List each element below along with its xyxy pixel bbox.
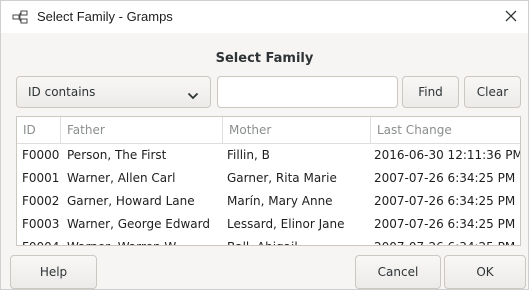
- cell-mother: Garner, Rita Marie: [227, 171, 337, 185]
- table-row[interactable]: F0002 Garner, Howard Lane Marín, Mary An…: [17, 190, 520, 213]
- search-input[interactable]: [217, 76, 398, 108]
- window-title: Select Family - Gramps: [37, 9, 173, 24]
- cell-father: Warner, Warren W.: [62, 236, 223, 245]
- close-icon[interactable]: [504, 9, 518, 23]
- column-header-id[interactable]: ID: [17, 117, 61, 143]
- cell-last-change: 2016-06-30 12:11:36 PM: [374, 148, 520, 162]
- column-header-mother[interactable]: Mother: [223, 117, 371, 143]
- find-button[interactable]: Find: [402, 76, 459, 108]
- gramps-family-tree-icon: [12, 10, 28, 24]
- cell-last-change: 2007-07-26 6:34:25 PM: [369, 236, 520, 245]
- cell-id: F0002: [22, 194, 60, 208]
- cell-last-change: 2007-07-26 6:34:25 PM: [374, 194, 516, 208]
- cell-mother: Fillin, B: [227, 148, 270, 162]
- cell-id: F0000: [22, 148, 60, 162]
- clear-button[interactable]: Clear: [464, 76, 521, 108]
- filter-field-dropdown[interactable]: ID contains: [16, 76, 211, 108]
- cancel-button[interactable]: Cancel: [355, 255, 441, 289]
- cell-father: Garner, Howard Lane: [67, 194, 195, 208]
- table-header: ID Father Mother Last Change: [17, 117, 520, 144]
- table-body: F0000 Person, The First Fillin, B 2016-0…: [17, 144, 520, 245]
- cell-last-change: 2007-07-26 6:34:25 PM: [374, 171, 516, 185]
- cell-last-change: 2007-07-26 6:34:25 PM: [374, 217, 516, 231]
- chevron-down-icon: [187, 89, 199, 100]
- title-bar[interactable]: Select Family - Gramps: [1, 1, 528, 33]
- select-family-dialog: Select Family - Gramps Select Family ID …: [0, 0, 529, 290]
- cell-father: Person, The First: [67, 148, 167, 162]
- ok-button[interactable]: OK: [444, 255, 526, 289]
- table-row[interactable]: F0004 Warner, Warren W. Ball, Abigail 20…: [17, 236, 520, 245]
- column-header-last-change[interactable]: Last Change: [371, 117, 520, 143]
- column-header-father[interactable]: Father: [61, 117, 223, 143]
- filter-field-selected: ID contains: [28, 85, 96, 99]
- cell-id: F0004: [17, 236, 61, 245]
- cell-mother: Marín, Mary Anne: [227, 194, 333, 208]
- cell-mother: Lessard, Elinor Jane: [227, 217, 345, 231]
- dialog-heading: Select Family: [215, 51, 314, 66]
- table-row[interactable]: F0001 Warner, Allen Carl Garner, Rita Ma…: [17, 167, 520, 190]
- cell-mother: Ball, Abigail: [222, 236, 371, 245]
- cell-father: Warner, George Edward: [67, 217, 210, 231]
- cell-id: F0001: [22, 171, 60, 185]
- cell-id: F0003: [22, 217, 60, 231]
- help-button[interactable]: Help: [10, 255, 97, 289]
- table-row[interactable]: F0003 Warner, George Edward Lessard, Eli…: [17, 213, 520, 236]
- table-row[interactable]: F0000 Person, The First Fillin, B 2016-0…: [17, 144, 520, 167]
- cell-father: Warner, Allen Carl: [67, 171, 176, 185]
- family-table: ID Father Mother Last Change F0000 Perso…: [16, 116, 521, 246]
